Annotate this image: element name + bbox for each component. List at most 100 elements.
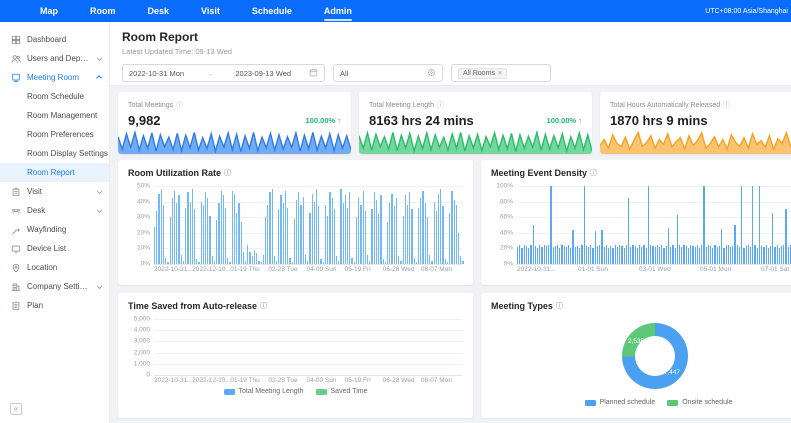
rooms-tag[interactable]: All Rooms × (458, 68, 507, 79)
sidebar-item-visit[interactable]: Visit (0, 182, 109, 201)
info-icon[interactable]: ⓘ (556, 301, 563, 311)
bar (398, 256, 399, 264)
rooms-select[interactable]: All Rooms × (451, 64, 551, 82)
sidebar-item-room-schedule[interactable]: Room Schedule (0, 87, 109, 106)
bar-chart-meeting-event-density[interactable]: 100%80%60%40%20%0% (517, 186, 791, 264)
bar (706, 247, 707, 264)
sidebar-item-company-settings[interactable]: Company Settings (0, 277, 109, 296)
sidebar-item-label: Device List (27, 244, 101, 253)
chart-title: Room Utilization Rate (128, 168, 221, 178)
y-axis-tick: 80% (489, 198, 513, 205)
y-axis-tick: 60% (489, 214, 513, 221)
sidebar-item-wayfinding[interactable]: Wayfinding (0, 220, 109, 239)
info-icon[interactable]: ⓘ (224, 168, 231, 178)
info-icon[interactable]: ⓘ (437, 100, 444, 110)
bar (697, 245, 698, 264)
sidebar-item-room-preferences[interactable]: Room Preferences (0, 125, 109, 144)
nav-item-desk[interactable]: Desk (148, 0, 170, 22)
bar (533, 225, 534, 264)
sidebar-item-plan[interactable]: Plan (0, 296, 109, 315)
bar (730, 247, 731, 264)
bars-area (517, 186, 791, 264)
sidebar-item-dashboard[interactable]: Dashboard (0, 30, 109, 49)
chart-grid: Room Utilization Rateⓘ50%40%30%20%10%0%2… (118, 160, 791, 418)
bar (741, 186, 742, 264)
bar-chart-room-utilization-rate[interactable]: 50%40%30%20%10%0% (154, 186, 463, 264)
bar (445, 259, 446, 264)
bar (422, 191, 423, 264)
bar (788, 247, 789, 264)
nav-item-admin[interactable]: Admin (324, 0, 352, 22)
sidebar-item-room-management[interactable]: Room Management (0, 106, 109, 125)
timezone-label[interactable]: UTC+08:00 Asia/Shanghai (705, 8, 791, 15)
tag-close-icon[interactable]: × (498, 70, 502, 77)
bar (314, 202, 315, 264)
date-end-value[interactable]: 2023-09-13 Wed (235, 69, 291, 78)
bar (332, 198, 333, 264)
bar (312, 194, 313, 264)
nav-item-schedule[interactable]: Schedule (252, 0, 292, 22)
bar (712, 248, 713, 264)
sidebar-item-room-display-settings[interactable]: Room Display Settings (0, 144, 109, 163)
info-icon[interactable]: ⓘ (723, 100, 730, 110)
bar (701, 245, 702, 265)
bar (686, 246, 687, 264)
bar (624, 248, 625, 264)
bar (681, 247, 682, 264)
legend-item-saved-time[interactable]: Saved Time (316, 388, 368, 395)
info-icon[interactable]: ⓘ (590, 168, 597, 178)
date-range-picker[interactable]: 2022-10-31 Mon → 2023-09-13 Wed (122, 64, 325, 82)
bar (564, 246, 565, 264)
info-icon[interactable]: ⓘ (260, 301, 267, 311)
bar (258, 261, 259, 264)
date-start-value[interactable]: 2022-10-31 Mon (129, 69, 184, 78)
sidebar-item-desk[interactable]: Desk (0, 201, 109, 220)
bar (652, 246, 653, 264)
bar (590, 245, 591, 265)
bar (347, 208, 348, 264)
stat-card-title: Total Meetings (128, 102, 173, 109)
sidebar-item-label: Users and Departments (27, 54, 91, 63)
sidebar-item-room-report[interactable]: Room Report (0, 163, 109, 182)
bar (249, 252, 250, 264)
bar (436, 211, 437, 264)
bar (320, 259, 321, 264)
stacked-bar-chart-time-saved-from-auto-release[interactable]: 5,0004,0003,0002,0001,0000 (154, 319, 463, 375)
bar (360, 205, 361, 264)
info-icon[interactable]: ⓘ (176, 100, 183, 110)
legend-item-planned-schedule[interactable]: Planned schedule (585, 399, 656, 406)
bar (181, 255, 182, 264)
nav-item-room[interactable]: Room (90, 0, 116, 22)
nav-item-map[interactable]: Map (40, 0, 58, 22)
bar (176, 203, 177, 264)
bar (356, 217, 357, 264)
bar (748, 245, 749, 265)
y-axis-tick: 3,000 (126, 338, 150, 345)
bar (369, 261, 370, 264)
nav-item-visit[interactable]: Visit (201, 0, 220, 22)
donut-chart[interactable]: 7,4472,535 (622, 323, 688, 389)
bar (774, 247, 775, 264)
sidebar-item-users-and-departments[interactable]: Users and Departments (0, 49, 109, 68)
sidebar-item-device-list[interactable]: Device List (0, 239, 109, 258)
y-axis-tick: 40% (489, 229, 513, 236)
sidebar-collapse-button[interactable]: « (10, 403, 22, 415)
bar (261, 262, 262, 264)
x-axis-tick: 06-28 Wed (383, 377, 421, 384)
bar (770, 246, 771, 264)
sparkline-chart (118, 130, 351, 154)
bar (541, 247, 542, 264)
chart-legend: Planned schedule Onsite schedule (491, 399, 791, 406)
bar (165, 258, 166, 264)
bar (158, 194, 159, 264)
bar (726, 245, 727, 264)
scope-select[interactable]: All (333, 64, 443, 82)
sidebar-item-meeting-room[interactable]: Meeting Room (0, 68, 109, 87)
sidebar-item-location[interactable]: Location (0, 258, 109, 277)
device-list-icon (10, 243, 21, 254)
bar (462, 261, 463, 264)
bar (586, 246, 587, 264)
legend-item-onsite-schedule[interactable]: Onsite schedule (667, 399, 732, 406)
legend-item-total-meeting-length[interactable]: Total Meeting Length (224, 388, 304, 395)
y-axis-tick: 2,000 (126, 349, 150, 356)
